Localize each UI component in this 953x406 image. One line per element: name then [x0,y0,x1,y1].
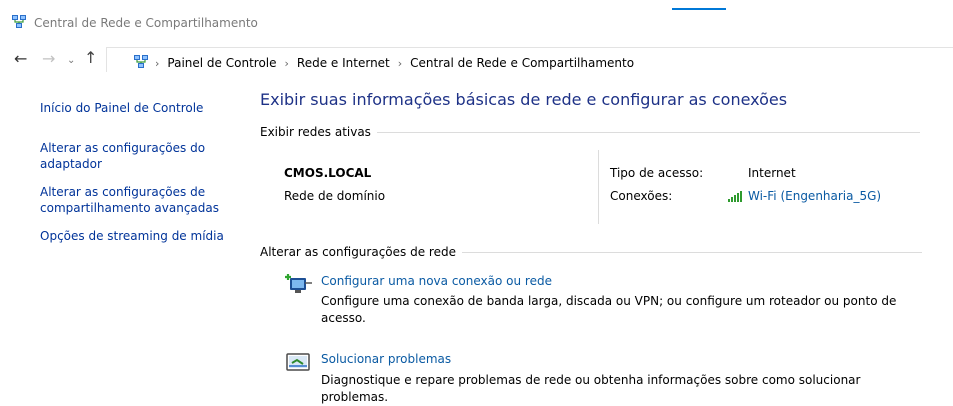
navigation-bar: ← → ⌄ ↑ › Painel de Controle › Rede e In… [0,44,953,74]
active-networks-header: Exibir redes ativas [260,125,920,139]
section-divider [461,251,922,253]
active-networks-label: Exibir redes ativas [260,125,371,139]
troubleshoot-icon[interactable] [283,351,313,373]
troubleshoot-link[interactable]: Solucionar problemas [321,352,451,366]
breadcrumb-separator[interactable]: › [398,57,402,70]
new-connection-link[interactable]: Configurar uma nova conexão ou rede [321,274,552,288]
wifi-connection-link[interactable]: Wi-Fi (Engenharia_5G) [748,189,881,203]
change-settings-header: Alterar as configurações de rede [260,245,922,259]
breadcrumb: › Painel de Controle › Rede e Internet ›… [155,56,642,70]
breadcrumb-separator[interactable]: › [285,57,289,70]
breadcrumb-rede-e-internet[interactable]: Rede e Internet [297,56,390,70]
sidebar-item-control-panel-home[interactable]: Início do Painel de Controle [40,101,203,115]
access-type-label: Tipo de acesso: [610,166,704,180]
recent-locations-button[interactable]: ⌄ [67,53,75,69]
sidebar-item-adapter-settings-line2[interactable]: adaptador [40,157,102,171]
sidebar-item-adapter-settings-line1[interactable]: Alterar as configurações do [40,141,205,155]
connections-label: Conexões: [610,189,673,203]
network-center-icon [12,15,26,28]
section-divider [376,131,920,133]
network-name: CMOS.LOCAL [284,166,372,180]
accent-line [672,8,726,10]
new-connection-icon[interactable] [283,273,313,295]
description-line: Configure uma conexão de banda larga, di… [321,294,897,308]
description-line: problemas. [321,390,389,404]
wifi-signal-icon [728,191,742,202]
address-bar[interactable]: › Painel de Controle › Rede e Internet ›… [106,47,953,72]
window-title: Central de Rede e Compartilhamento [34,16,258,30]
back-button[interactable]: ← [14,51,27,67]
description-line: Diagnostique e repare problemas de rede … [321,373,861,387]
change-settings-label: Alterar as configurações de rede [260,245,456,259]
sidebar-item-advanced-sharing-line1[interactable]: Alterar as configurações de [40,185,205,199]
breadcrumb-central-de-rede[interactable]: Central de Rede e Compartilhamento [410,56,634,70]
forward-button[interactable]: → [42,51,55,67]
sidebar-item-advanced-sharing-line2[interactable]: compartilhamento avançadas [40,201,219,215]
breadcrumb-painel-de-controle[interactable]: Painel de Controle [167,56,276,70]
description-line: acesso. [321,311,366,325]
troubleshoot-description: Diagnostique e repare problemas de rede … [321,372,921,406]
access-type-value: Internet [748,166,796,180]
up-button[interactable]: ↑ [84,50,97,66]
sidebar-item-media-streaming[interactable]: Opções de streaming de mídia [40,229,224,243]
title-bar: Central de Rede e Compartilhamento [0,0,953,36]
network-category: Rede de domínio [284,189,386,203]
network-info-divider [598,150,599,224]
new-connection-description: Configure uma conexão de banda larga, di… [321,293,921,327]
network-center-icon [134,55,148,68]
breadcrumb-separator[interactable]: › [155,57,159,70]
page-title: Exibir suas informações básicas de rede … [260,90,788,109]
